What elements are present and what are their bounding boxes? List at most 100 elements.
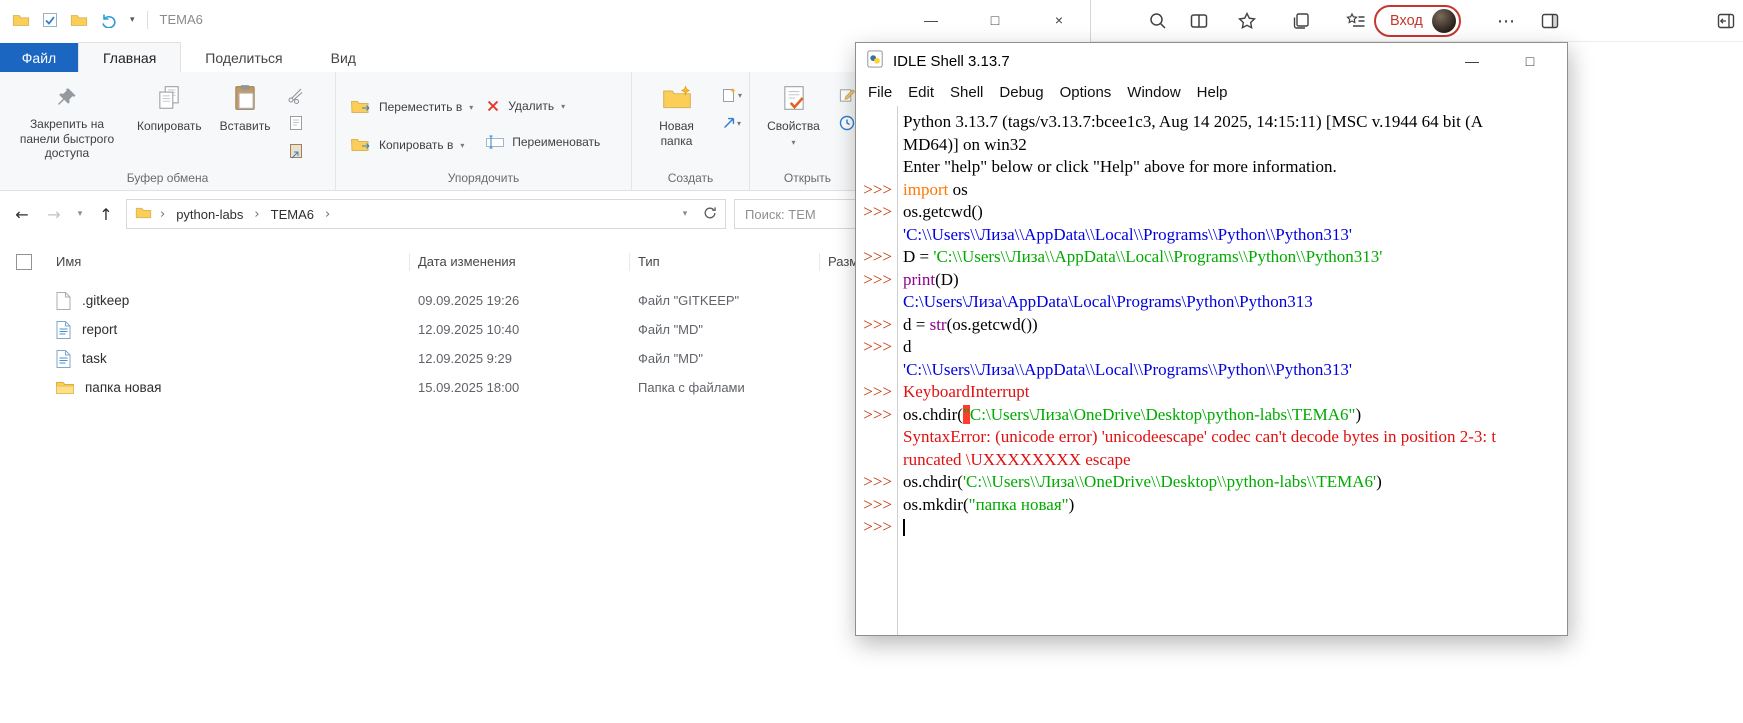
shell-prompt: >>> (856, 246, 897, 269)
easy-access-button[interactable]: ▾ (719, 112, 743, 134)
md-icon (55, 349, 72, 369)
menu-file[interactable]: File (860, 84, 900, 101)
more-icon[interactable]: ⋯ (1495, 10, 1517, 32)
collections-icon[interactable] (1290, 10, 1312, 32)
shell-line: 'C:\\Users\\Лиза\\AppData\\Local\\Progra… (856, 359, 1567, 382)
column-date[interactable]: Дата изменения (410, 253, 630, 271)
new-folder-button[interactable]: Новая папка (638, 78, 715, 148)
column-name[interactable]: Имя (48, 253, 410, 271)
file-date: 09.09.2025 19:26 (410, 293, 630, 308)
minimize-button[interactable]: — (899, 0, 963, 40)
chevron-down-icon: ▾ (469, 103, 473, 112)
file-type: Файл "GITKEEP" (630, 293, 820, 308)
rename-icon (485, 134, 505, 150)
signin-button[interactable]: Вход (1374, 5, 1461, 37)
idle-maximize-button[interactable]: □ (1501, 43, 1559, 79)
menu-window[interactable]: Window (1119, 84, 1188, 101)
file-name: папка новая (85, 380, 161, 395)
move-to-icon (350, 98, 372, 116)
menu-options[interactable]: Options (1052, 84, 1120, 101)
file-type: Папка с файлами (630, 380, 820, 395)
shell-line: SyntaxError: (unicode error) 'unicodeesc… (856, 426, 1567, 449)
shell-line: >>>print(D) (856, 269, 1567, 292)
copy-path-button[interactable] (284, 112, 308, 134)
properties-button[interactable]: Свойства ▾ (756, 78, 831, 148)
file-icon (55, 291, 72, 311)
panel-icon[interactable] (1539, 10, 1561, 32)
select-all-checkbox[interactable] (16, 254, 32, 270)
menu-debug[interactable]: Debug (991, 84, 1051, 101)
chevron-down-icon: ▾ (561, 102, 565, 111)
cut-button[interactable] (284, 84, 308, 106)
shell-prompt (856, 111, 897, 134)
undo-icon[interactable] (100, 12, 118, 28)
idle-window-title: IDLE Shell 3.13.7 (893, 53, 1010, 70)
copy-path-icon (287, 114, 305, 132)
shell-line: Enter "help" below or click "Help" above… (856, 156, 1567, 179)
split-screen-icon[interactable] (1188, 10, 1210, 32)
shell-line: >>> (856, 516, 1567, 540)
back-button[interactable]: ← (10, 205, 34, 224)
avatar (1432, 9, 1456, 33)
maximize-button[interactable]: □ (963, 0, 1027, 40)
shell-prompt: >>> (856, 269, 897, 292)
window-divider (1090, 0, 1091, 42)
address-folder-icon (135, 206, 152, 223)
delete-button[interactable]: Удалить ▾ (485, 98, 600, 114)
shell-line: MD64)] on win32 (856, 134, 1567, 157)
address-dropdown-chevron[interactable]: ▾ (679, 209, 691, 219)
paste-button[interactable]: Вставить (211, 78, 280, 134)
address-bar[interactable]: › python-labs › ТЕМА6 › ▾ (126, 199, 726, 229)
pin-to-quick-access-button[interactable]: Закрепить на панели быстрого доступа (6, 78, 128, 161)
recent-locations-chevron[interactable]: ▾ (74, 209, 86, 219)
shell-line: >>>os.getcwd() (856, 201, 1567, 224)
md-icon (55, 320, 72, 340)
properties-check-icon[interactable] (42, 12, 58, 28)
shell-prompt: >>> (856, 381, 897, 404)
shell-prompt (856, 359, 897, 382)
move-to-button[interactable]: Переместить в ▾ (350, 98, 473, 116)
column-type[interactable]: Тип (630, 253, 820, 271)
favorites-list-icon[interactable] (1345, 10, 1367, 32)
forward-button[interactable]: → (42, 205, 66, 224)
refresh-icon[interactable] (703, 206, 717, 223)
menu-edit[interactable]: Edit (900, 84, 942, 101)
copy-icon (156, 84, 182, 115)
menu-shell[interactable]: Shell (942, 84, 991, 101)
tab-home[interactable]: Главная (78, 42, 181, 72)
shell-line: >>>d = str(os.getcwd()) (856, 314, 1567, 337)
copy-button[interactable]: Копировать (128, 78, 211, 134)
breadcrumb-python-labs[interactable]: python-labs (173, 207, 246, 222)
menu-help[interactable]: Help (1189, 84, 1236, 101)
tab-view[interactable]: Вид (307, 43, 380, 72)
idle-minimize-button[interactable]: — (1443, 43, 1501, 79)
history-icon (838, 114, 856, 132)
shell-lines: Python 3.13.7 (tags/v3.13.7:bcee1c3, Aug… (856, 106, 1567, 635)
edit-icon (838, 86, 856, 104)
qat-chevron-icon[interactable]: ▾ (130, 15, 135, 25)
sidebar-toggle-icon[interactable] (1715, 10, 1737, 32)
chevron-down-icon: ▾ (460, 141, 464, 150)
paste-shortcut-icon (287, 142, 305, 160)
shell-line: 'C:\\Users\\Лиза\\AppData\\Local\\Progra… (856, 224, 1567, 247)
shell-prompt (856, 449, 897, 472)
tab-share[interactable]: Поделиться (181, 43, 306, 72)
new-item-button[interactable]: ▾ (719, 84, 743, 106)
text-cursor (903, 519, 905, 536)
up-button[interactable]: ↑ (94, 205, 118, 224)
paste-shortcut-button[interactable] (284, 140, 308, 162)
idle-menubar: FileEditShellDebugOptionsWindowHelp (856, 79, 1567, 106)
shell-prompt: >>> (856, 201, 897, 224)
tab-file[interactable]: Файл (0, 43, 78, 72)
close-button[interactable]: × (1027, 0, 1091, 40)
shell[interactable]: Python 3.13.7 (tags/v3.13.7:bcee1c3, Aug… (856, 106, 1567, 635)
explorer-app-icon (12, 13, 30, 28)
rename-button[interactable]: Переименовать (485, 134, 600, 150)
breadcrumb-tema6[interactable]: ТЕМА6 (268, 207, 317, 222)
new-folder-qat-icon[interactable] (70, 13, 88, 28)
search-icon[interactable] (1147, 10, 1169, 32)
favorites-icon[interactable] (1236, 10, 1258, 32)
chevron-down-icon: ▾ (738, 91, 742, 100)
copy-to-button[interactable]: Копировать в ▾ (350, 136, 473, 154)
shell-prompt: >>> (856, 314, 897, 337)
